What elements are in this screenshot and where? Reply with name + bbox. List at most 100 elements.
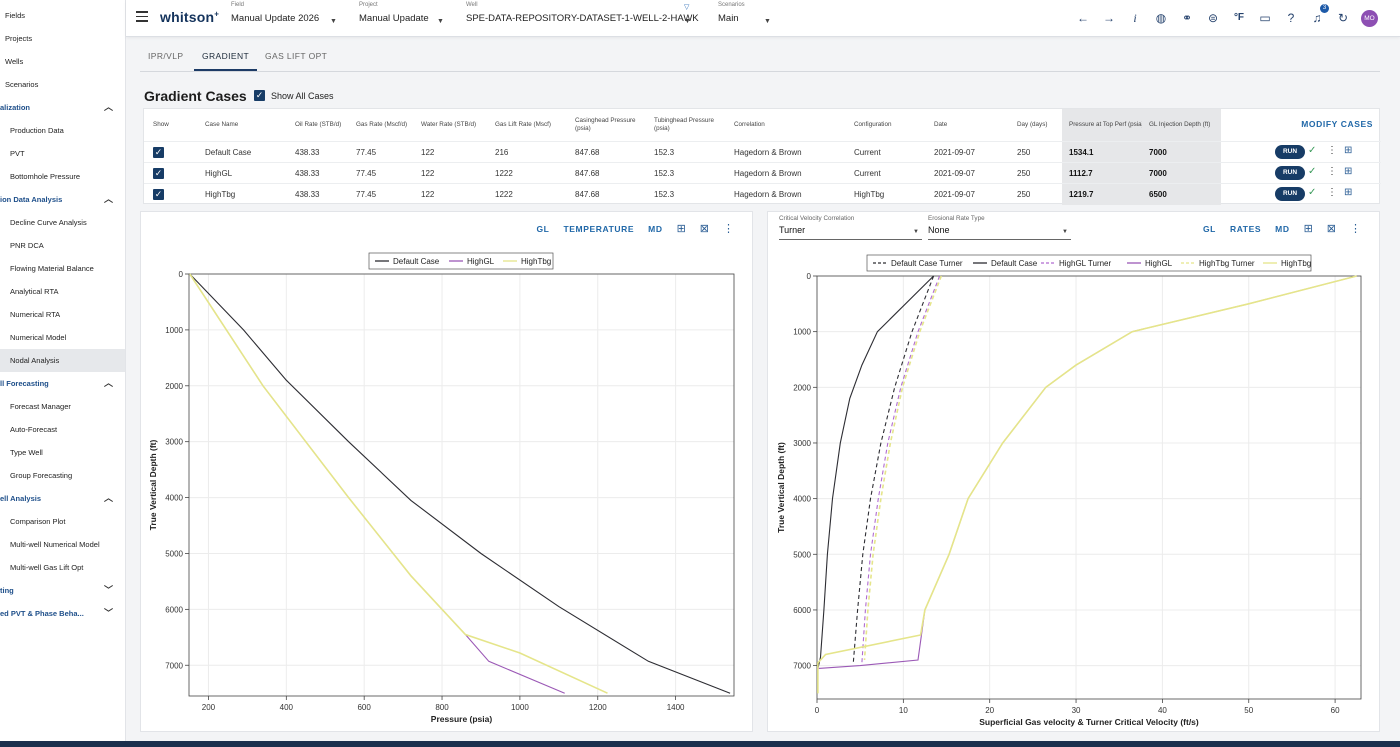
show-all-toggle[interactable]: ✓ Show All Cases [254, 90, 334, 101]
tab-ipr-vlp[interactable]: IPR/VLP [140, 44, 191, 71]
project-selector[interactable]: Project Manual Upadate [359, 2, 429, 24]
checkbox-checked-icon[interactable]: ✓ [153, 147, 164, 158]
sidebar-section[interactable]: ed PVT & Phase Beha... ﹀ [0, 602, 125, 625]
modify-cases-button[interactable]: MODIFY CASES [1301, 119, 1373, 129]
fahrenheit-icon[interactable]: °F [1231, 10, 1247, 26]
sidebar-item[interactable]: Multi-well Numerical Model [0, 533, 125, 556]
bell-icon[interactable]: ♫ 3 [1309, 4, 1329, 26]
cell-ptp: 1219.7 [1062, 184, 1147, 205]
top-app-bar: whitson+ Field Manual Update 2026 ▼ Proj… [126, 0, 1400, 37]
avatar[interactable]: MO [1361, 9, 1378, 27]
checkbox-checked-icon[interactable]: ✓ [153, 189, 164, 200]
cell-gas: 77.45 [356, 169, 377, 178]
sidebar-item[interactable]: Nodal Analysis [0, 349, 125, 372]
sidebar-item[interactable]: Numerical Model [0, 326, 125, 349]
sidebar-item[interactable]: Production Data [0, 119, 125, 142]
run-button[interactable]: RUN [1275, 187, 1305, 201]
field-caret-icon[interactable]: ▼ [330, 18, 337, 25]
sidebar-item[interactable]: Flowing Material Balance [0, 257, 125, 280]
y-tick-label: 0 [807, 272, 812, 281]
run-button[interactable]: RUN [1275, 145, 1305, 159]
chevron-up-icon[interactable]: ︿ [104, 487, 113, 510]
show-cell: ✓ [153, 142, 193, 163]
field-selector[interactable]: Field Manual Update 2026 [231, 2, 319, 24]
show-all-label: Show All Cases [271, 90, 334, 101]
legend-label: Default Case Turner [891, 259, 963, 268]
y-tick-label: 5000 [793, 550, 811, 559]
cases-table: MODIFY CASES Show Case Name Oil Rate (STB/… [143, 108, 1381, 205]
column-header: Case Name [205, 121, 239, 128]
table-icon[interactable]: ⊞ [1344, 166, 1352, 177]
download-icon[interactable]: ⊜ [1205, 10, 1221, 26]
checkbox-checked-icon[interactable]: ✓ [254, 90, 265, 101]
y-axis-label: True Vertical Depth (ft) [148, 439, 158, 530]
sidebar-item[interactable]: Type Well [0, 441, 125, 464]
run-button[interactable]: RUN [1275, 166, 1305, 180]
more-vert-icon[interactable]: ⋮ [1327, 166, 1337, 177]
cell-ptp: 1112.7 [1062, 163, 1147, 184]
tab-gradient[interactable]: GRADIENT [194, 44, 258, 71]
plot-frame [816, 275, 1362, 700]
sidebar-item[interactable]: Projects [0, 27, 125, 50]
well-caret-icon[interactable]: ▼ [684, 18, 691, 25]
scenario-selector[interactable]: Scenarios Main [718, 2, 745, 24]
sidebar-item[interactable]: Numerical RTA [0, 303, 125, 326]
app-logo[interactable]: whitson+ [160, 9, 219, 25]
table-icon[interactable]: ⊞ [1344, 187, 1352, 198]
sidebar-nav: Fields Projects Wells Scenarios alization ︿ Pr… [0, 0, 126, 741]
arrow-right-icon[interactable]: → [1101, 10, 1117, 26]
legend-label: HighTbg [1281, 259, 1311, 268]
project-caret-icon[interactable]: ▼ [437, 18, 444, 25]
x-tick-label: 400 [280, 703, 294, 712]
x-tick-label: 50 [1244, 706, 1253, 715]
legend-label: HighGL [467, 257, 495, 266]
sidebar-item[interactable]: Wells [0, 50, 125, 73]
chevron-down-icon[interactable]: ﹀ [104, 579, 113, 602]
chevron-up-icon[interactable]: ︿ [104, 96, 113, 119]
chevron-down-icon[interactable]: ﹀ [104, 602, 113, 625]
help-icon[interactable]: ? [1283, 10, 1299, 26]
sidebar-item[interactable]: Fields [0, 4, 125, 27]
sidebar-item-label: Comparison Plot [10, 517, 66, 526]
sidebar-section[interactable]: ell Analysis ︿ [0, 487, 125, 510]
sidebar-item[interactable]: Analytical RTA [0, 280, 125, 303]
well-selector[interactable]: Well SPE-DATA-REPOSITORY-DATASET-1-WELL-… [466, 2, 699, 24]
more-vert-icon[interactable]: ⋮ [1327, 145, 1337, 156]
y-tick-label: 4000 [793, 495, 811, 504]
sidebar-item[interactable]: Comparison Plot [0, 510, 125, 533]
sidebar-item[interactable]: Decline Curve Analysis [0, 211, 125, 234]
sidebar-item[interactable]: Auto-Forecast [0, 418, 125, 441]
y-tick-label: 3000 [793, 439, 811, 448]
x-tick-label: 40 [1158, 706, 1167, 715]
sidebar-item[interactable]: Scenarios [0, 73, 125, 96]
feedback-icon[interactable]: ▭ [1257, 10, 1273, 26]
filter-icon[interactable]: ▽ [684, 3, 689, 11]
scenario-caret-icon[interactable]: ▼ [764, 18, 771, 25]
sidebar-section[interactable]: ting ﹀ [0, 579, 125, 602]
sidebar-item[interactable]: Group Forecasting [0, 464, 125, 487]
x-tick-label: 1000 [511, 703, 529, 712]
chevron-up-icon[interactable]: ︿ [104, 372, 113, 395]
cell-config: Current [854, 169, 881, 178]
sidebar-item[interactable]: Multi-well Gas Lift Opt [0, 556, 125, 579]
tab-gas-lift-opt[interactable]: GAS LIFT OPT [257, 44, 335, 71]
globe-icon[interactable]: ◍ [1153, 10, 1169, 26]
sidebar-item[interactable]: Forecast Manager [0, 395, 125, 418]
sidebar-item[interactable]: PNR DCA [0, 234, 125, 257]
chevron-up-icon[interactable]: ︿ [104, 188, 113, 211]
arrow-left-icon[interactable]: ← [1075, 10, 1091, 26]
sidebar-item[interactable]: PVT [0, 142, 125, 165]
series-line [189, 273, 608, 694]
link-icon[interactable]: ⚭ [1179, 10, 1195, 26]
sidebar-item[interactable]: Bottomhole Pressure [0, 165, 125, 188]
info-icon[interactable]: i [1127, 10, 1143, 26]
sidebar-section[interactable]: ll Forecasting ︿ [0, 372, 125, 395]
y-tick-label: 2000 [165, 382, 183, 391]
table-icon[interactable]: ⊞ [1344, 145, 1352, 156]
menu-icon[interactable] [136, 11, 148, 22]
more-vert-icon[interactable]: ⋮ [1327, 187, 1337, 198]
sidebar-section[interactable]: ion Data Analysis ︿ [0, 188, 125, 211]
refresh-icon[interactable]: ↻ [1335, 10, 1351, 26]
checkbox-checked-icon[interactable]: ✓ [153, 168, 164, 179]
sidebar-section[interactable]: alization ︿ [0, 96, 125, 119]
